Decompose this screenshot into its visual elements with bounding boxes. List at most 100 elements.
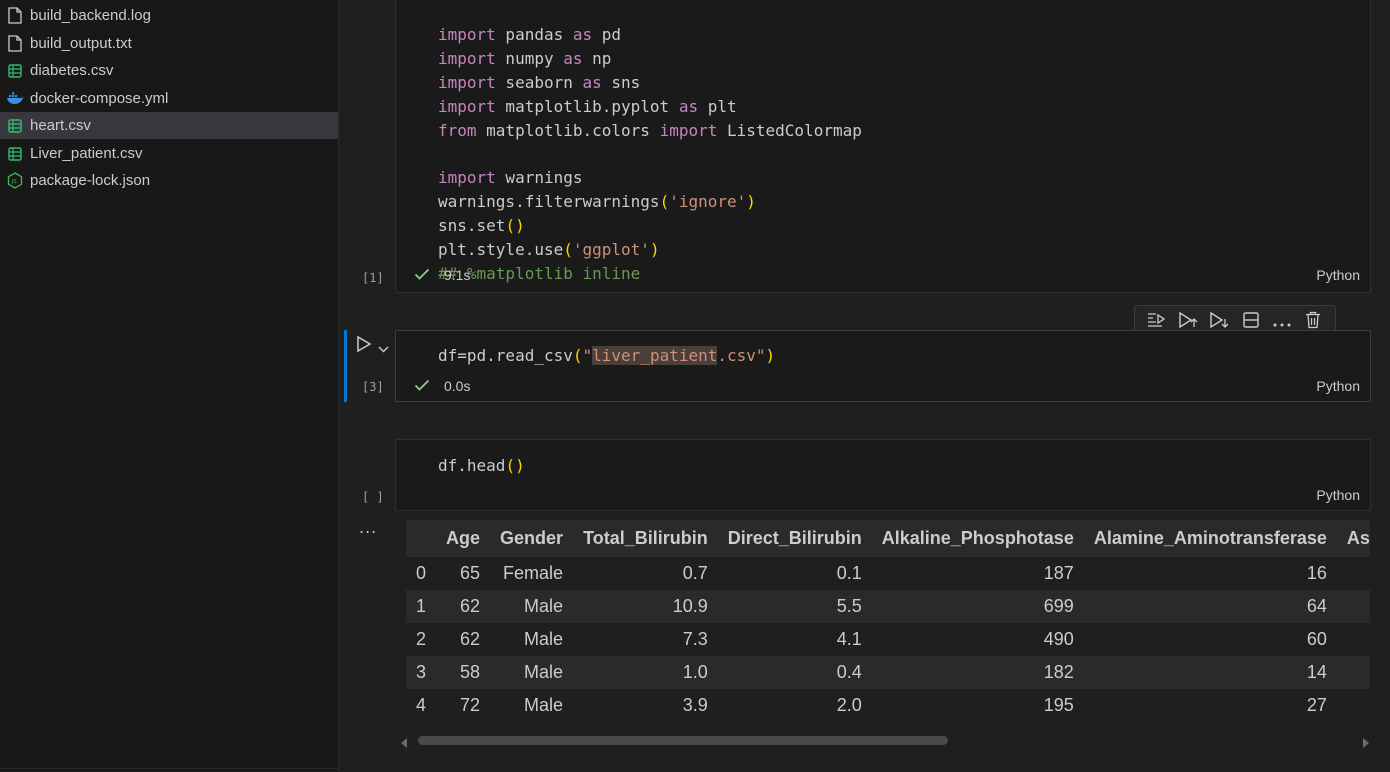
- svg-text:JS: JS: [11, 179, 18, 185]
- table-cell: 16: [1306, 563, 1327, 583]
- code-cell-imports[interactable]: import pandas as pd import numpy as np i…: [395, 0, 1371, 293]
- csv-icon: [0, 118, 30, 133]
- cell-status: 9.1s: [414, 267, 470, 283]
- table-row: 0 65 Female 0.7 0.1 187 16: [406, 557, 1370, 590]
- file-label: docker-compose.yml: [30, 90, 169, 107]
- horizontal-scrollbar[interactable]: [401, 734, 1370, 748]
- table-cell: 7.3: [682, 629, 708, 649]
- code-line: import matplotlib.pyplot as plt: [438, 96, 737, 116]
- csv-icon: [0, 63, 30, 78]
- table-cell: 14: [1083, 656, 1337, 689]
- run-cell-button[interactable]: [356, 335, 374, 353]
- code-cell-head[interactable]: df.head() Python: [395, 439, 1371, 511]
- row-index: 0: [416, 563, 427, 583]
- table-cell: [1337, 689, 1370, 720]
- table-cell: 3.9: [682, 695, 708, 715]
- divider: [0, 768, 338, 769]
- file-item-docker-compose-yml[interactable]: docker-compose.yml: [0, 85, 338, 112]
- table-cell: Male: [490, 590, 574, 623]
- table-cell: 60: [1306, 629, 1327, 649]
- code-line: import seaborn as sns: [438, 72, 641, 92]
- column-header: Age: [436, 520, 491, 557]
- table-cell: 62: [460, 629, 481, 649]
- table-cell: 72: [460, 695, 481, 715]
- file-item-build-backend-log[interactable]: build_backend.log: [0, 2, 338, 29]
- file-label: package-lock.json: [30, 172, 151, 189]
- table-cell: [1337, 623, 1370, 656]
- cell-status: 0.0s: [414, 378, 470, 394]
- table-row: 1 62 Male 10.9 5.5 699 64: [406, 590, 1370, 623]
- row-index: 1: [406, 590, 437, 623]
- code-editor[interactable]: import pandas as pd import numpy as np i…: [438, 0, 862, 286]
- execution-time: 9.1s: [444, 267, 471, 283]
- row-index: 2: [416, 629, 427, 649]
- table-cell: 0.1: [836, 563, 862, 583]
- language-label[interactable]: Python: [1316, 378, 1360, 394]
- table-cell: 699: [871, 590, 1084, 623]
- code-line: sns.set(): [438, 216, 525, 236]
- file-item-diabetes-csv[interactable]: diabetes.csv: [0, 57, 338, 84]
- table-row: 3 58 Male 1.0 0.4 182 14: [406, 656, 1370, 689]
- column-header: Direct_Bilirubin: [717, 520, 872, 557]
- dataframe-table: Age Gender Total_Bilirubin Direct_Biliru…: [406, 520, 1370, 720]
- table-cell: 195: [1043, 695, 1074, 715]
- notebook-editor: import pandas as pd import numpy as np i…: [339, 0, 1390, 772]
- check-icon: [414, 267, 430, 283]
- table-cell: [1336, 590, 1370, 623]
- column-header: Total_Bilirubin: [573, 520, 718, 557]
- table-cell: [1336, 656, 1370, 689]
- scroll-left-icon[interactable]: [400, 734, 408, 753]
- table-cell: Male: [524, 629, 564, 649]
- explorer-sidebar: build_backend.log build_output.txt diabe…: [0, 0, 339, 772]
- column-header: Alamine_Aminotransferase: [1083, 520, 1337, 557]
- language-label[interactable]: Python: [1316, 267, 1360, 283]
- output-more-button[interactable]: ...: [359, 518, 377, 537]
- table-cell: 10.9: [573, 590, 718, 623]
- execution-count: [1]: [362, 271, 384, 285]
- file-item-build-output-txt[interactable]: build_output.txt: [0, 30, 338, 57]
- table-header-row: Age Gender Total_Bilirubin Direct_Biliru…: [406, 520, 1370, 557]
- run-options-button[interactable]: [378, 338, 390, 353]
- file-item-heart-csv[interactable]: heart.csv: [0, 112, 338, 139]
- execution-count: [3]: [362, 380, 384, 394]
- file-icon: [0, 35, 30, 52]
- row-index: 3: [406, 656, 437, 689]
- check-icon: [414, 378, 430, 394]
- json-icon: JS: [0, 172, 30, 189]
- table-cell: 0.4: [717, 656, 872, 689]
- code-cell-read-csv[interactable]: df=pd.read_csv("liver_patient.csv") 0.0s…: [395, 330, 1371, 402]
- file-label: build_backend.log: [30, 7, 151, 24]
- table-cell: 4.1: [836, 629, 862, 649]
- table-cell: Male: [490, 656, 574, 689]
- active-cell-indicator: [344, 330, 347, 402]
- table-cell: 27: [1306, 695, 1327, 715]
- code-line: from matplotlib.colors import ListedColo…: [438, 120, 862, 140]
- file-item-package-lock-json[interactable]: JS package-lock.json: [0, 167, 338, 194]
- table-cell: 2.0: [836, 695, 862, 715]
- column-header: Aspartat: [1336, 520, 1370, 557]
- code-line: plt.style.use('ggplot'): [438, 240, 660, 260]
- table-row: 4 72 Male 3.9 2.0 195 27: [406, 689, 1370, 720]
- table-cell: 187: [1043, 563, 1074, 583]
- code-line: warnings.filterwarnings('ignore'): [438, 192, 756, 212]
- column-header: Alkaline_Phosphotase: [871, 520, 1084, 557]
- file-label: heart.csv: [30, 117, 91, 134]
- code-line: import numpy as np: [438, 48, 612, 68]
- code-line: import pandas as pd: [438, 24, 622, 44]
- column-header: Gender: [490, 520, 574, 557]
- code-editor[interactable]: df.head(): [438, 454, 525, 478]
- code-editor[interactable]: df=pd.read_csv("liver_patient.csv"): [438, 344, 775, 368]
- file-label: build_output.txt: [30, 35, 132, 52]
- file-icon: [0, 7, 30, 24]
- language-label[interactable]: Python: [1316, 487, 1360, 503]
- row-index: 4: [416, 695, 427, 715]
- code-line: import warnings: [438, 168, 583, 188]
- file-item-liver-patient-csv[interactable]: Liver_patient.csv: [0, 140, 338, 167]
- scroll-right-icon[interactable]: [1362, 734, 1370, 753]
- table-cell: 65: [460, 563, 481, 583]
- table-cell: 62: [436, 590, 491, 623]
- docker-icon: [0, 92, 30, 105]
- table-cell: 5.5: [717, 590, 872, 623]
- play-icon: [356, 335, 372, 357]
- scrollbar-thumb[interactable]: [418, 736, 948, 745]
